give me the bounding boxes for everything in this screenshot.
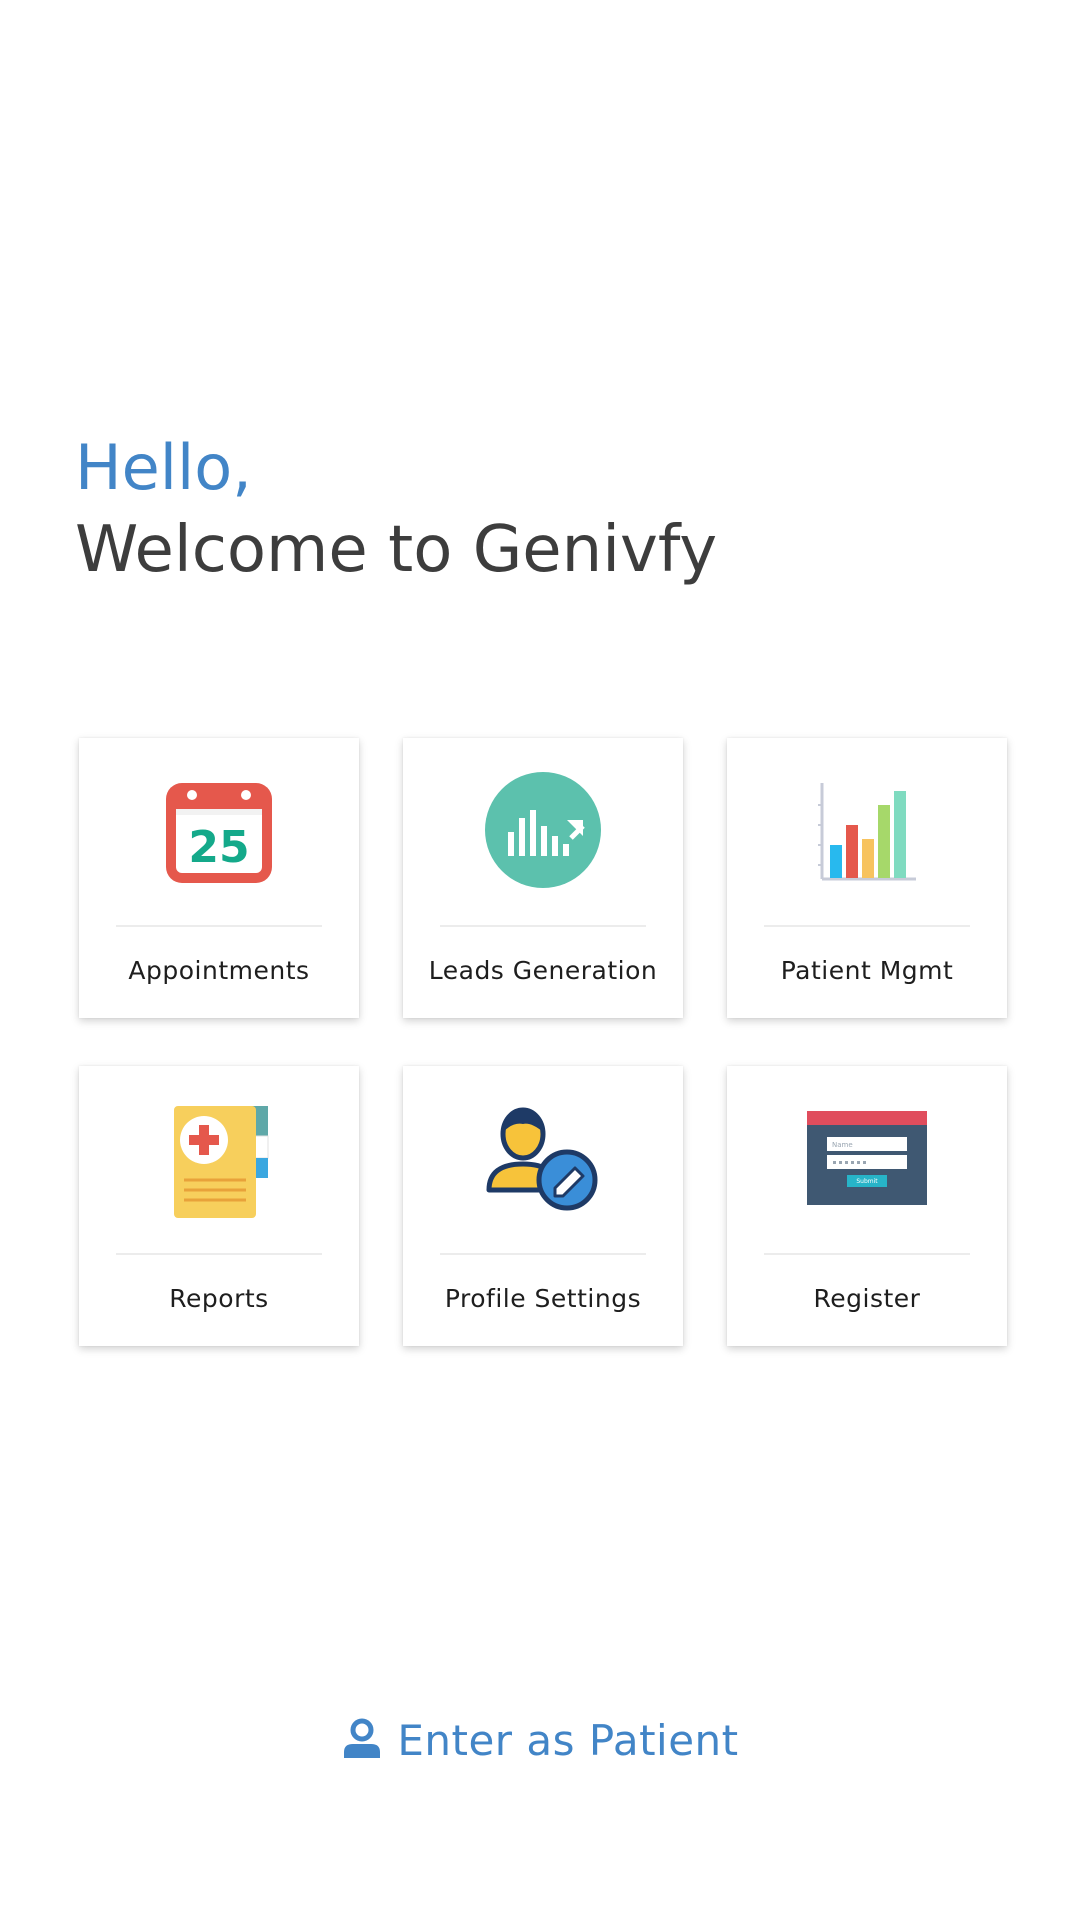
divider [116,925,322,927]
greeting: Hello, Welcome to Genivfy [75,428,1035,592]
form-submit-label: Submit [856,1178,878,1185]
calendar-icon: 25 [79,770,359,890]
tile-label: Appointments [128,956,310,985]
tile-patient-mgmt[interactable]: Patient Mgmt [727,738,1007,1018]
calendar-day: 25 [188,822,249,873]
divider [764,925,970,927]
tile-profile-settings[interactable]: Profile Settings [403,1066,683,1346]
tile-label: Reports [169,1284,269,1313]
user-edit-icon [403,1098,683,1218]
tile-register[interactable]: Name Submit Register [727,1066,1007,1346]
tile-label: Register [813,1284,921,1313]
divider [440,1253,646,1255]
tile-leads-generation[interactable]: Leads Generation [403,738,683,1018]
menu-grid: 25 Appointments Leads Generation Patient… [79,738,1007,1346]
tile-label: Patient Mgmt [780,956,954,985]
register-form-icon: Name Submit [727,1098,1007,1218]
tile-label: Profile Settings [444,1284,642,1313]
bar-chart-icon [727,770,1007,890]
tile-appointments[interactable]: 25 Appointments [79,738,359,1018]
tile-label: Leads Generation [428,956,658,985]
enter-as-patient-label: Enter as Patient [397,1716,739,1765]
divider [116,1253,322,1255]
tile-reports[interactable]: Reports [79,1066,359,1346]
person-icon [341,1718,383,1764]
leads-chart-icon [403,770,683,890]
welcome-title: Welcome to Genivfy [75,513,718,587]
enter-as-patient-link[interactable]: Enter as Patient [0,1716,1080,1765]
medical-report-icon [79,1098,359,1218]
divider [440,925,646,927]
divider [764,1253,970,1255]
hello-text: Hello, [75,431,252,504]
form-name-placeholder: Name [832,1141,853,1149]
